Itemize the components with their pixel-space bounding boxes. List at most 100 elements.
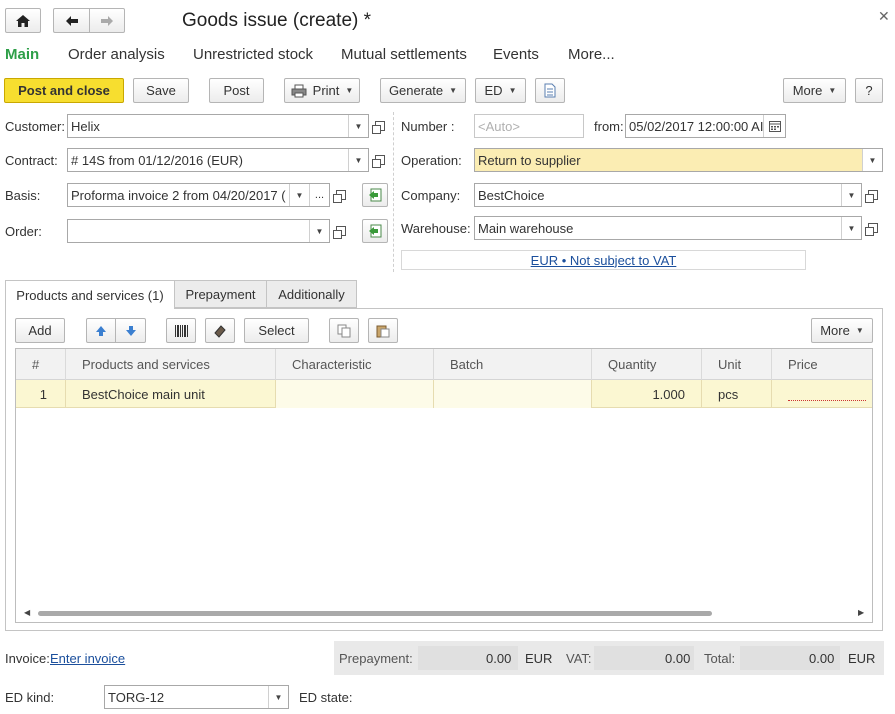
chevron-down-icon[interactable]: ▼ [841, 184, 861, 206]
tab-main[interactable]: Main [5, 46, 39, 63]
open-icon[interactable] [370, 114, 390, 138]
ed-kind-field[interactable]: TORG-12 ▼ [104, 685, 289, 709]
scroll-left-icon[interactable]: ◀ [24, 608, 30, 617]
arrow-down-icon [125, 325, 136, 336]
chevron-down-icon[interactable]: ▼ [268, 686, 288, 708]
column-header-number[interactable]: # [16, 349, 66, 380]
move-up-button[interactable] [86, 318, 116, 343]
home-button[interactable] [5, 8, 41, 33]
vat-label: VAT: [566, 651, 592, 666]
company-field[interactable]: BestChoice ▼ [474, 183, 862, 207]
paste-icon [376, 325, 390, 337]
cell-quantity[interactable]: 1.000 [592, 380, 702, 408]
barcode-icon [175, 324, 188, 337]
add-label: Add [28, 323, 52, 338]
fill-order-button[interactable] [362, 219, 388, 243]
ed-button[interactable]: ED ▼ [475, 78, 526, 103]
copy-button[interactable] [329, 318, 359, 343]
cell-batch[interactable] [434, 380, 592, 408]
ed-kind-label: ED kind: [5, 690, 55, 705]
post-button[interactable]: Post [209, 78, 264, 103]
eraser-button[interactable] [205, 318, 235, 343]
operation-field[interactable]: Return to supplier ▼ [474, 148, 883, 172]
back-button[interactable] [53, 8, 89, 33]
contract-field[interactable]: # 14S from 01/12/2016 (EUR) ▼ [67, 148, 369, 172]
tab-products-and-services[interactable]: Products and services (1) [5, 280, 175, 309]
cell-product[interactable]: BestChoice main unit [66, 380, 276, 408]
save-button[interactable]: Save [133, 78, 189, 103]
chevron-down-icon[interactable]: ▼ [348, 149, 368, 171]
post-label: Post [223, 83, 250, 98]
tab-prepayment[interactable]: Prepayment [175, 280, 267, 308]
open-icon[interactable] [863, 216, 883, 240]
chevron-down-icon[interactable]: ▼ [841, 217, 861, 239]
help-button[interactable]: ? [855, 78, 883, 103]
add-button[interactable]: Add [15, 318, 65, 343]
total-currency: EUR [848, 651, 876, 666]
fill-basis-button[interactable] [362, 183, 388, 207]
more-button[interactable]: More ▼ [783, 78, 846, 103]
tab-more[interactable]: More... [568, 46, 615, 63]
cell-unit[interactable]: pcs [702, 380, 772, 408]
cell-price[interactable] [772, 380, 872, 408]
tab-unrestricted-stock[interactable]: Unrestricted stock [193, 46, 313, 63]
warehouse-field[interactable]: Main warehouse ▼ [474, 216, 862, 240]
arrow-up-icon [96, 325, 106, 336]
ed-state-label: ED state: [299, 690, 353, 705]
company-value: BestChoice [478, 187, 545, 203]
currency-link[interactable]: EUR • Not subject to VAT [531, 253, 677, 268]
horizontal-scrollbar[interactable]: ◀ ▶ [22, 606, 868, 620]
tab-events[interactable]: Events [493, 46, 539, 63]
select-label: Select [258, 323, 295, 338]
generate-button[interactable]: Generate ▼ [380, 78, 466, 103]
column-header-products[interactable]: Products and services [66, 349, 276, 380]
tab-mutual-settlements[interactable]: Mutual settlements [341, 46, 467, 63]
date-field[interactable]: 05/02/2017 12:00:00 AI [625, 114, 786, 138]
cell-characteristic[interactable] [276, 380, 434, 408]
open-icon[interactable] [331, 219, 351, 243]
number-field[interactable]: <Auto> [474, 114, 584, 138]
customer-field[interactable]: Helix ▼ [67, 114, 369, 138]
customer-value: Helix [71, 118, 100, 134]
select-button[interactable]: Select [244, 318, 309, 343]
column-header-batch[interactable]: Batch [434, 349, 592, 380]
cell-number[interactable]: 1 [16, 380, 66, 408]
column-header-quantity[interactable]: Quantity [592, 349, 702, 380]
number-placeholder: <Auto> [478, 118, 520, 134]
calendar-icon[interactable] [763, 115, 785, 137]
order-field[interactable]: ▼ [67, 219, 330, 243]
column-header-characteristic[interactable]: Characteristic [276, 349, 434, 380]
report-button[interactable] [535, 78, 565, 103]
close-icon[interactable]: ✕ [878, 8, 890, 25]
print-button[interactable]: Print ▼ [284, 78, 360, 103]
chevron-down-icon[interactable]: ▼ [348, 115, 368, 137]
chevron-down-icon[interactable]: ▼ [862, 149, 882, 171]
forward-button[interactable] [89, 8, 125, 33]
column-header-unit[interactable]: Unit [702, 349, 772, 380]
table-row[interactable]: 1 BestChoice main unit 1.000 pcs [16, 380, 872, 408]
column-header-price[interactable]: Price [772, 349, 872, 380]
basis-field[interactable]: Proforma invoice 2 from 04/20/2017 ( ▼ .… [67, 183, 330, 207]
open-icon[interactable] [863, 183, 883, 207]
table-more-button[interactable]: More ▼ [811, 318, 873, 343]
scroll-right-icon[interactable]: ▶ [858, 608, 864, 617]
enter-invoice-link[interactable]: Enter invoice [50, 651, 125, 666]
operation-value: Return to supplier [478, 152, 581, 168]
open-icon[interactable] [370, 148, 390, 172]
warehouse-label: Warehouse: [401, 221, 471, 236]
choose-icon[interactable]: ... [309, 184, 329, 206]
chevron-down-icon[interactable]: ▼ [289, 184, 309, 206]
paste-button[interactable] [368, 318, 398, 343]
barcode-button[interactable] [166, 318, 196, 343]
operation-label: Operation: [401, 153, 462, 168]
post-and-close-button[interactable]: Post and close [4, 78, 124, 103]
prepayment-label: Prepayment: [339, 651, 413, 666]
move-down-button[interactable] [116, 318, 146, 343]
scrollbar-thumb[interactable] [38, 611, 712, 616]
tab-additionally[interactable]: Additionally [267, 280, 357, 308]
tab-order-analysis[interactable]: Order analysis [68, 46, 165, 63]
open-icon[interactable] [331, 183, 351, 207]
totals-panel: Prepayment: 0.00 EUR VAT: 0.00 Total: 0.… [334, 641, 884, 675]
fill-icon [369, 224, 382, 238]
chevron-down-icon[interactable]: ▼ [309, 220, 329, 242]
